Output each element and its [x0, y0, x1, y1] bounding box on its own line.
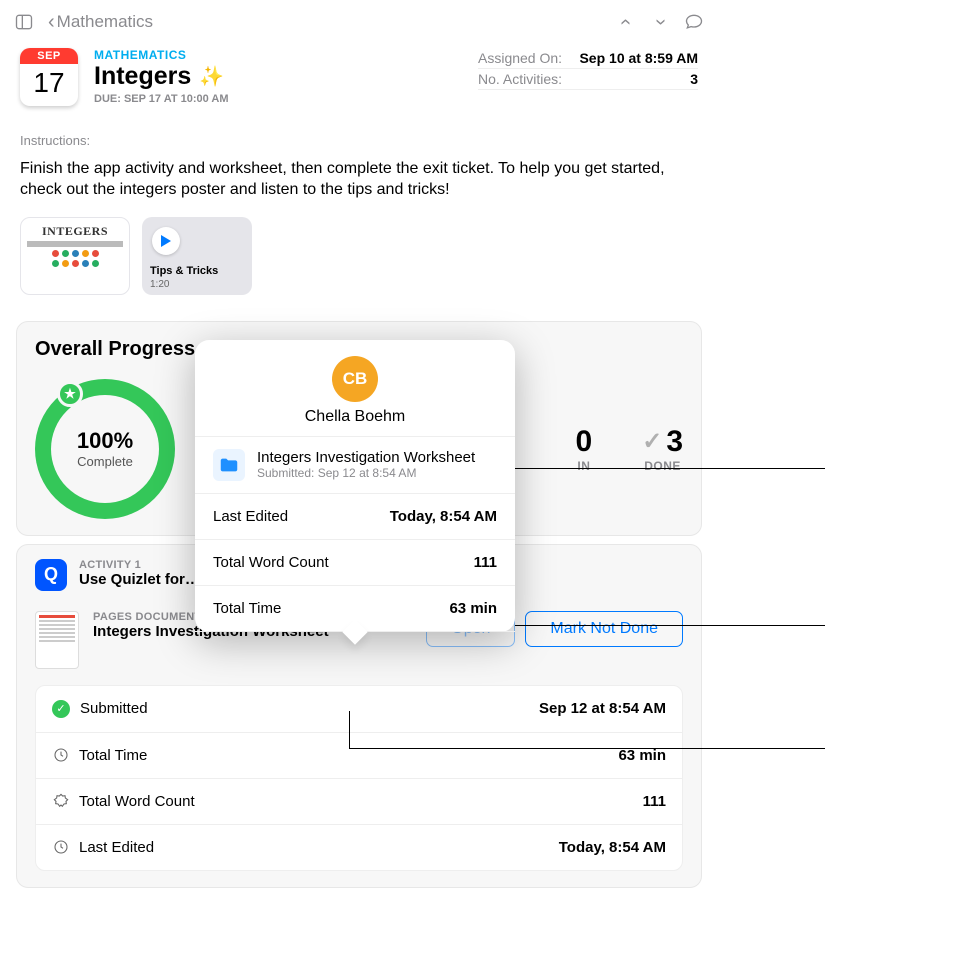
calendar-day: 17: [20, 64, 78, 99]
popover-file-sub: Submitted: Sep 12 at 8:54 AM: [257, 466, 475, 480]
callout-line: [515, 625, 825, 626]
row-last-edited: Last Edited Today, 8:54 AM: [36, 825, 682, 870]
instructions-section: Instructions: Finish the app activity an…: [0, 118, 718, 209]
words-value: 111: [643, 793, 666, 810]
star-badge-icon: ★: [57, 381, 83, 407]
edited-label: Last Edited: [79, 839, 154, 856]
time-label: Total Time: [79, 747, 147, 764]
stat-done: ✓3 DONE: [642, 425, 683, 473]
assigned-on-label: Assigned On:: [478, 50, 562, 66]
video-duration: 1:20: [150, 279, 169, 290]
popover-file-row[interactable]: Integers Investigation Worksheet Submitt…: [195, 437, 515, 494]
activities-value: 3: [690, 71, 698, 87]
time-value: 63 min: [618, 747, 666, 764]
clock-icon: [52, 747, 69, 764]
calendar-badge: SEP 17: [20, 48, 78, 106]
popover-words-label: Total Word Count: [213, 554, 329, 571]
play-icon: [152, 227, 180, 255]
poster-title: INTEGERS: [42, 224, 108, 239]
instructions-label: Instructions:: [20, 132, 698, 150]
activity-name: Use Quizlet for…: [79, 571, 200, 588]
row-total-time: Total Time 63 min: [36, 733, 682, 779]
chevron-left-icon: ‹: [48, 12, 55, 32]
progress-donut: ★ 100% Complete: [35, 379, 175, 519]
video-name: Tips & Tricks: [150, 265, 218, 277]
sidebar-toggle-icon[interactable]: [14, 12, 34, 32]
next-icon[interactable]: ‹: [650, 12, 670, 32]
clock-icon: [52, 839, 69, 856]
due-date: DUE: SEP 17 AT 10:00 AM: [94, 93, 229, 105]
pages-document-thumb: [35, 611, 79, 669]
attachments-row: INTEGERS Tips & Tricks 1:20: [0, 209, 718, 313]
student-avatar: CB: [332, 356, 378, 402]
attachment-poster[interactable]: INTEGERS: [20, 217, 130, 295]
assigned-on-value: Sep 10 at 8:59 AM: [579, 50, 698, 66]
edited-value: Today, 8:54 AM: [559, 839, 666, 856]
back-label: Mathematics: [57, 12, 153, 32]
activity-kicker: ACTIVITY 1: [79, 559, 200, 571]
back-button[interactable]: ‹ Mathematics: [48, 12, 153, 32]
stat-done-label: DONE: [642, 459, 683, 473]
stat-mid-label: IN: [576, 459, 593, 473]
popover-time-value: 63 min: [449, 600, 497, 617]
quizlet-app-icon: Q: [35, 559, 67, 591]
student-popover: CB Chella Boehm Integers Investigation W…: [195, 340, 515, 632]
stat-mid-value: 0: [576, 425, 593, 459]
stat-in-progress: 0 IN: [576, 425, 593, 473]
popover-edited-value: Today, 8:54 AM: [390, 508, 497, 525]
popover-edited-label: Last Edited: [213, 508, 288, 525]
app-window: ‹ Mathematics ‹ ‹ SEP 17 MATHEMATICS Int…: [0, 0, 718, 980]
check-icon: ✓: [642, 427, 662, 456]
subject-chip: MATHEMATICS: [94, 48, 229, 62]
popover-file-title: Integers Investigation Worksheet: [257, 449, 475, 466]
attachment-video[interactable]: Tips & Tricks 1:20: [142, 217, 252, 295]
submitted-value: Sep 12 at 8:54 AM: [539, 700, 666, 717]
instructions-body: Finish the app activity and worksheet, t…: [20, 158, 698, 201]
popover-row-edited: Last Edited Today, 8:54 AM: [195, 494, 515, 540]
callout-line: [349, 748, 825, 749]
assignment-header: SEP 17 MATHEMATICS Integers ✨ DUE: SEP 1…: [0, 44, 718, 118]
assignment-title: Integers: [94, 62, 191, 91]
mark-not-done-button[interactable]: Mark Not Done: [525, 611, 683, 647]
row-submitted: ✓ Submitted Sep 12 at 8:54 AM: [36, 686, 682, 733]
progress-complete-label: Complete: [77, 454, 133, 469]
prev-icon[interactable]: ‹: [616, 12, 636, 32]
activities-label: No. Activities:: [478, 71, 562, 87]
popover-words-value: 111: [474, 554, 497, 571]
submitted-label: Submitted: [80, 700, 148, 717]
student-name: Chella Boehm: [213, 408, 497, 426]
folder-icon: [213, 449, 245, 481]
stat-done-value: 3: [666, 425, 683, 459]
sparkle-icon: ✨: [199, 64, 224, 89]
activity-stats: ✓ Submitted Sep 12 at 8:54 AM Total Time…: [35, 685, 683, 871]
callout-line: [349, 711, 350, 749]
assignment-meta: Assigned On: Sep 10 at 8:59 AM No. Activ…: [478, 48, 698, 90]
calendar-month: SEP: [20, 48, 78, 64]
popover-row-words: Total Word Count 111: [195, 540, 515, 586]
comment-icon[interactable]: [684, 12, 704, 32]
badge-icon: [52, 793, 69, 810]
row-word-count: Total Word Count 111: [36, 779, 682, 825]
checkmark-circle-icon: ✓: [52, 700, 70, 718]
top-nav: ‹ Mathematics ‹ ‹: [0, 0, 718, 44]
words-label: Total Word Count: [79, 793, 195, 810]
callout-line: [515, 468, 825, 469]
progress-percent: 100%: [77, 428, 133, 454]
popover-time-label: Total Time: [213, 600, 281, 617]
